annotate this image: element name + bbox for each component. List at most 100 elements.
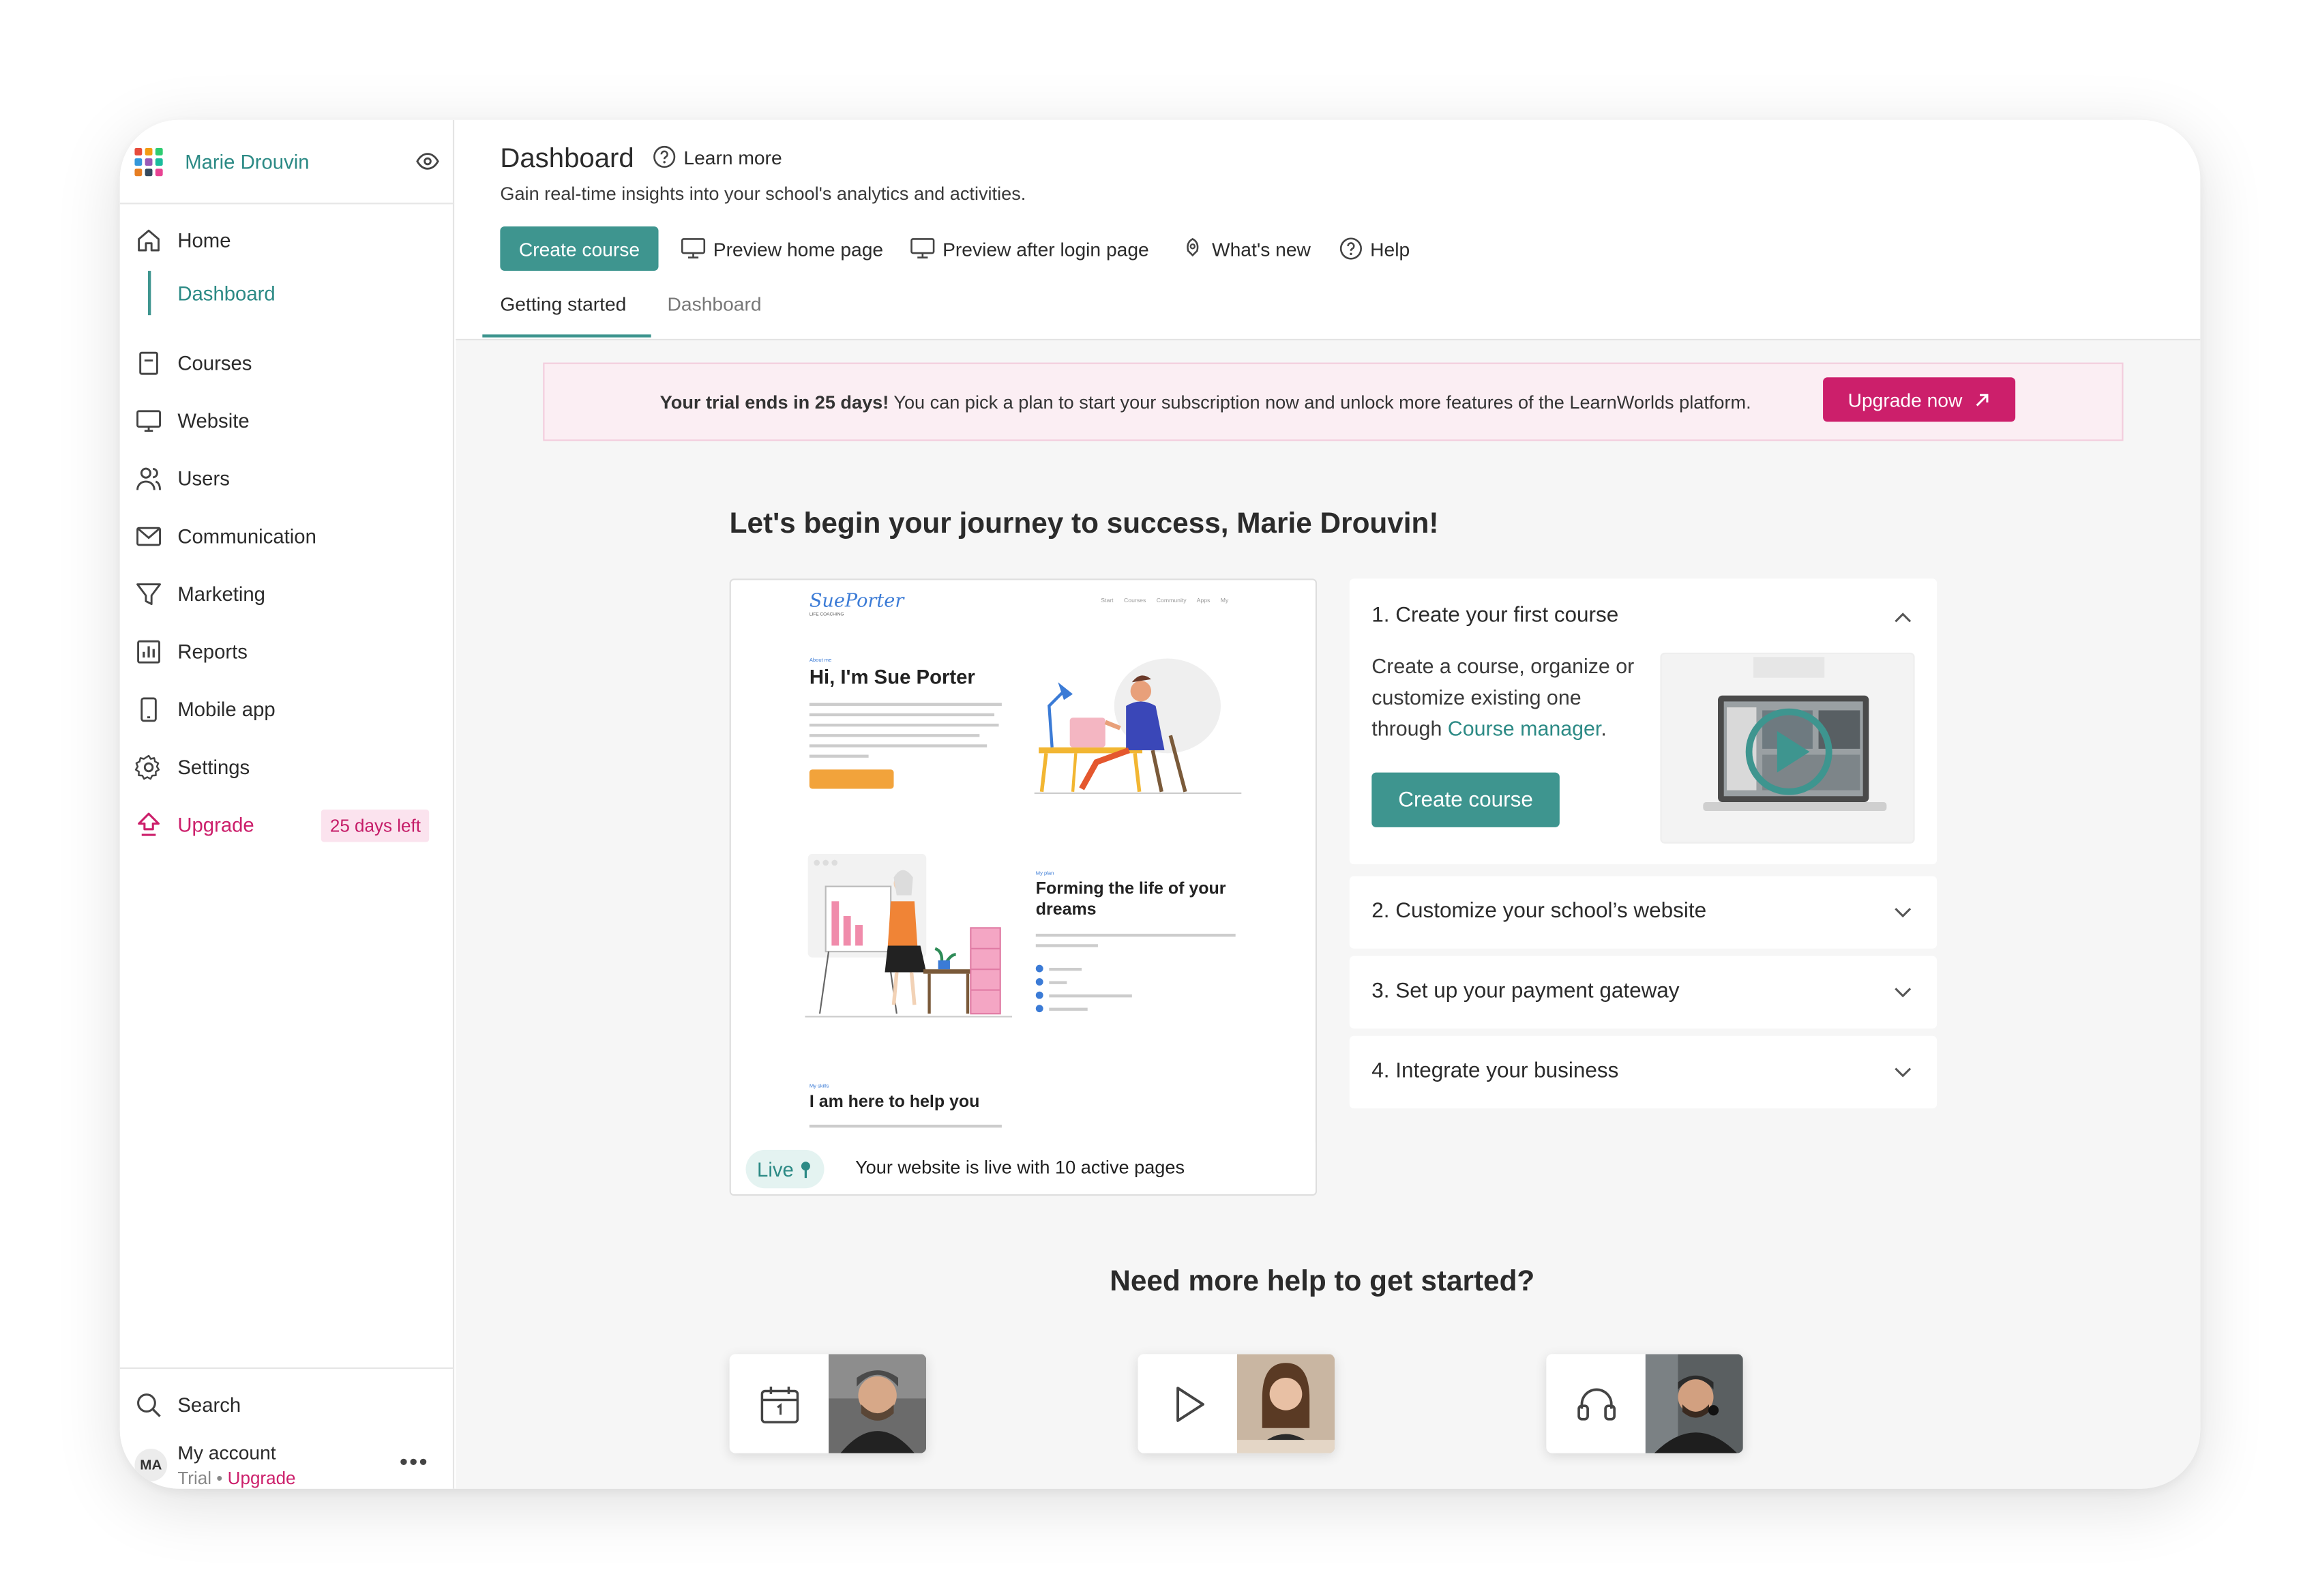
monitor-icon xyxy=(681,238,706,258)
step-title[interactable]: 1. Create your first course xyxy=(1371,604,1618,627)
live-badge: Live xyxy=(745,1149,825,1189)
learn-more-link[interactable]: Learn more xyxy=(653,145,782,169)
preview-after-login-label: Preview after login page xyxy=(942,237,1149,260)
support-person-photo xyxy=(829,1354,927,1453)
school-switcher[interactable]: Marie Drouvin xyxy=(134,143,439,179)
upgrade-icon xyxy=(138,812,160,836)
preview-register-button xyxy=(809,769,894,789)
preview-after-login-link[interactable]: Preview after login page xyxy=(910,234,1149,263)
need-help-heading: Need more help to get started? xyxy=(1110,1265,1535,1298)
sidebar-item-label: Users xyxy=(177,467,230,490)
preview-section2-title: Forming the life of your dreams xyxy=(1036,879,1226,921)
sidebar-item-reports[interactable]: Reports xyxy=(134,634,248,669)
help-card-watch-tutorial[interactable] xyxy=(1138,1354,1335,1453)
preview-section2-title-line: Forming the life of your xyxy=(1035,880,1226,899)
eye-icon[interactable] xyxy=(416,149,440,173)
preview-site-logo: SuePorter xyxy=(809,589,904,612)
check-icon xyxy=(1035,978,1043,986)
chevron-down-icon xyxy=(1895,908,1912,918)
preview-home-label: Preview home page xyxy=(713,237,884,260)
course-manager-link[interactable]: Course manager xyxy=(1448,716,1601,740)
help-card-book-call[interactable] xyxy=(729,1354,927,1453)
sidebar-item-marketing[interactable]: Marketing xyxy=(134,576,265,611)
support-person-photo xyxy=(1645,1354,1743,1453)
trial-days-badge: 25 days left xyxy=(321,809,430,842)
headset-icon xyxy=(1546,1354,1645,1453)
my-account-link[interactable]: My account xyxy=(177,1441,276,1464)
preview-text-line xyxy=(809,703,1002,706)
sidebar-item-mobile-app[interactable]: Mobile app xyxy=(134,691,276,726)
sidebar-item-upgrade[interactable]: Upgrade xyxy=(134,806,254,842)
sidebar-item-home[interactable]: Home xyxy=(134,222,231,257)
monitor-icon xyxy=(910,238,935,258)
divider xyxy=(119,1367,455,1369)
step-payment-gateway[interactable]: 3. Set up your payment gateway xyxy=(1349,956,1938,1029)
more-options-icon[interactable]: ••• xyxy=(400,1450,429,1477)
play-icon xyxy=(1138,1354,1236,1453)
page-title: Dashboard xyxy=(500,142,634,173)
preview-text-line xyxy=(1049,1007,1088,1011)
sidebar-item-settings[interactable]: Settings xyxy=(134,749,250,784)
school-owner-name: Marie Drouvin xyxy=(185,150,310,173)
laptop-illustration xyxy=(1703,657,1887,811)
preview-section2-label: My plan xyxy=(1035,870,1054,876)
preview-section3-label: My skills xyxy=(809,1083,829,1089)
live-status-text: Your website is live with 10 active page… xyxy=(855,1157,1185,1179)
preview-hero-title: Hi, I'm Sue Porter xyxy=(809,666,975,688)
upgrade-now-label: Upgrade now xyxy=(1847,388,1963,411)
sidebar-item-website[interactable]: Website xyxy=(134,402,250,438)
preview-text-line xyxy=(809,1124,1002,1127)
step-description-end: . xyxy=(1601,716,1607,740)
preview-text-line xyxy=(1049,967,1082,971)
check-icon xyxy=(1035,964,1043,973)
sidebar-item-label: Upgrade xyxy=(177,813,254,836)
sidebar-item-courses[interactable]: Courses xyxy=(134,345,252,381)
gear-icon xyxy=(134,754,160,780)
sidebar-item-communication[interactable]: Communication xyxy=(134,518,316,553)
learn-more-label: Learn more xyxy=(683,145,782,168)
chevron-up-icon[interactable] xyxy=(1894,611,1912,623)
sidebar-item-dashboard[interactable]: Dashboard xyxy=(147,271,276,316)
planning-illustration xyxy=(805,853,1013,1018)
pin-icon xyxy=(801,1161,811,1177)
question-circle-icon xyxy=(653,145,676,168)
mail-icon xyxy=(136,526,161,546)
preview-home-page-link[interactable]: Preview home page xyxy=(681,234,883,263)
preview-site-nav: Start Courses Community Apps My xyxy=(1101,596,1229,604)
sidebar-item-label: Reports xyxy=(177,640,248,662)
sidebar-item-label: Dashboard xyxy=(177,282,276,304)
preview-site-logo-sub: LIFE COACHING xyxy=(809,611,844,617)
app-window: Marie Drouvin Home Dashboard Courses Web… xyxy=(119,119,2201,1489)
check-icon xyxy=(1035,991,1043,999)
search-button[interactable]: Search xyxy=(134,1387,241,1422)
avatar[interactable]: MA xyxy=(134,1449,168,1481)
tab-getting-started[interactable]: Getting started xyxy=(500,293,626,316)
sidebar-item-users[interactable]: Users xyxy=(134,460,230,496)
step-customize-website[interactable]: 2. Customize your school’s website xyxy=(1349,876,1938,949)
active-tab-indicator xyxy=(482,334,651,338)
search-icon xyxy=(137,1393,161,1417)
whats-new-link[interactable]: What's new xyxy=(1181,234,1311,263)
trial-banner: Your trial ends in 25 days! You can pick… xyxy=(543,362,2124,441)
users-icon xyxy=(136,467,161,490)
rocket-icon xyxy=(1187,237,1199,257)
sidebar-item-label: Courses xyxy=(177,351,252,374)
search-label: Search xyxy=(177,1393,241,1416)
course-video-thumbnail[interactable] xyxy=(1660,652,1915,844)
divider xyxy=(119,203,455,205)
step-create-course-button[interactable]: Create course xyxy=(1371,772,1560,827)
tab-dashboard[interactable]: Dashboard xyxy=(668,293,762,316)
trial-bold-text: Your trial ends in 25 days! xyxy=(659,391,889,413)
step-integrate-business[interactable]: 4. Integrate your business xyxy=(1349,1035,1938,1109)
help-card-contact-support[interactable] xyxy=(1546,1354,1743,1453)
help-link[interactable]: Help xyxy=(1339,234,1410,263)
step-title: 2. Customize your school’s website xyxy=(1371,900,1707,923)
account-upgrade-link[interactable]: Upgrade xyxy=(228,1468,296,1488)
upgrade-now-button[interactable]: Upgrade now xyxy=(1823,377,2016,422)
live-label: Live xyxy=(757,1157,794,1181)
phone-icon xyxy=(140,696,157,722)
step-title: 3. Set up your payment gateway xyxy=(1371,979,1680,1004)
create-course-button[interactable]: Create course xyxy=(500,226,659,271)
website-preview-card[interactable]: SuePorter LIFE COACHING Start Courses Co… xyxy=(729,578,1318,1196)
monitor-icon xyxy=(136,409,161,432)
